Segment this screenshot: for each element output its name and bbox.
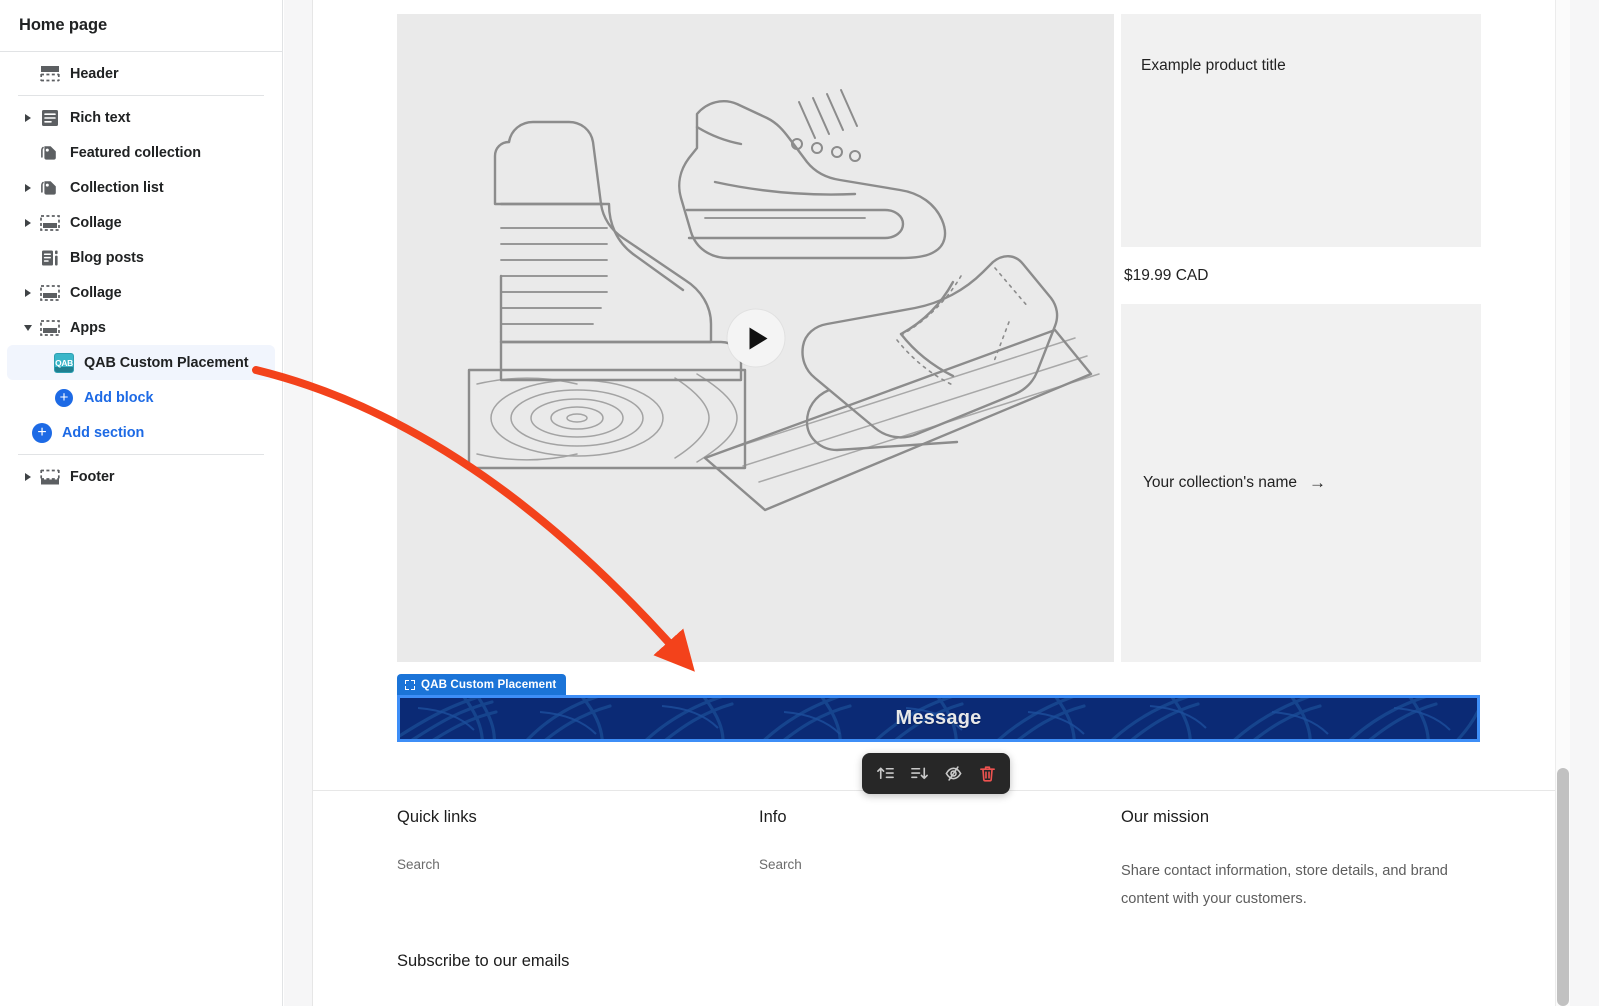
product-price: $19.99 CAD	[1124, 266, 1209, 284]
product-card[interactable]: Example product title	[1121, 14, 1481, 247]
sidebar-item-label: Collection list	[70, 179, 164, 196]
section-icon	[39, 317, 61, 339]
site-footer: Quick links Search Info Search Our missi…	[397, 808, 1560, 914]
product-title: Example product title	[1141, 57, 1286, 74]
preview-scrollbar-thumb[interactable]	[1557, 768, 1569, 1006]
collection-card[interactable]: Your collection's name →	[1121, 304, 1481, 662]
section-icon	[39, 212, 61, 234]
collection-icon	[39, 177, 61, 199]
sidebar-item-qab-custom-placement[interactable]: QAB QAB Custom Placement	[7, 345, 275, 380]
footer-column-mission: Our mission Share contact information, s…	[1121, 808, 1501, 914]
add-section-label: Add section	[62, 424, 145, 441]
move-block-down-button[interactable]	[905, 760, 933, 788]
collage-section: Example product title $19.99 CAD Your co…	[397, 14, 1560, 662]
rich-text-icon	[39, 107, 61, 129]
sidebar-item-label: Footer	[70, 468, 115, 485]
footer-mission-text: Share contact information, store details…	[1121, 863, 1448, 908]
play-icon	[749, 327, 767, 349]
footer-link-search[interactable]: Search	[397, 857, 759, 872]
sidebar-item-collage-2[interactable]: Collage	[7, 275, 275, 310]
arrow-down-to-line-icon	[910, 767, 928, 780]
section-icon	[39, 282, 61, 304]
blog-icon	[39, 247, 61, 269]
chevron-right-icon[interactable]	[21, 288, 35, 297]
sidebar-item-collection-list[interactable]: Collection list	[7, 170, 275, 205]
block-action-toolbar[interactable]	[862, 753, 1010, 794]
qab-app-icon-label: QAB	[55, 357, 73, 368]
arrow-right-icon: →	[1309, 473, 1327, 492]
chevron-right-icon[interactable]	[21, 183, 35, 192]
sidebar-item-blog-posts[interactable]: Blog posts	[7, 240, 275, 275]
footer-heading: Our mission	[1121, 808, 1210, 826]
plus-circle-icon: +	[53, 387, 75, 409]
sidebar-item-label: Collage	[70, 284, 122, 301]
collection-name: Your collection's name	[1143, 474, 1298, 491]
app-block-tag-label: QAB Custom Placement	[421, 678, 557, 691]
sections-sidebar: Home page Header Rich text Featured coll…	[0, 0, 283, 1006]
chevron-down-icon[interactable]	[21, 324, 35, 331]
qab-app-icon: QAB	[53, 352, 75, 374]
crop-corners-icon	[405, 679, 415, 690]
sidebar-divider	[18, 454, 264, 455]
sidebar-item-apps[interactable]: Apps	[7, 310, 275, 345]
sidebar-item-featured-collection[interactable]: Featured collection	[7, 135, 275, 170]
app-block-banner[interactable]: Message	[397, 695, 1480, 742]
trash-icon	[979, 766, 995, 782]
sidebar-item-footer[interactable]: Footer	[7, 459, 275, 494]
play-button[interactable]	[727, 309, 784, 367]
page-title: Home page	[19, 16, 108, 34]
chevron-right-icon[interactable]	[21, 113, 35, 122]
collection-icon	[39, 142, 61, 164]
sidebar-item-header[interactable]: Header	[7, 56, 275, 91]
footer-column-quick-links: Quick links Search	[397, 808, 759, 914]
preview-scrollbar-track[interactable]	[1555, 0, 1570, 1006]
sidebar-divider	[18, 95, 264, 96]
app-block-tag[interactable]: QAB Custom Placement	[397, 674, 567, 695]
sidebar-item-label: QAB Custom Placement	[84, 354, 249, 371]
app-block-banner-text: Message	[895, 707, 982, 729]
section-tree: Header Rich text Featured collection Col…	[0, 52, 282, 494]
sidebar-item-rich-text[interactable]: Rich text	[7, 100, 275, 135]
chevron-right-icon[interactable]	[21, 472, 35, 481]
plus-circle-icon: +	[31, 422, 53, 444]
theme-preview-canvas[interactable]: Example product title $19.99 CAD Your co…	[312, 0, 1570, 1006]
delete-block-button[interactable]	[973, 760, 1001, 788]
add-section-button[interactable]: + Add section	[7, 415, 275, 450]
sidebar-item-label: Collage	[70, 214, 122, 231]
add-block-label: Add block	[84, 389, 154, 406]
sidebar-header: Home page	[0, 0, 282, 52]
editor-window: Home page Header Rich text Featured coll…	[0, 0, 1599, 1006]
footer-column-info: Info Search	[759, 808, 1121, 914]
section-icon	[39, 466, 61, 488]
add-block-button[interactable]: + Add block	[7, 380, 275, 415]
footer-heading: Info	[759, 808, 787, 826]
sidebar-item-label: Featured collection	[70, 144, 201, 161]
sidebar-item-label: Rich text	[70, 109, 131, 126]
sidebar-item-label: Header	[70, 65, 119, 82]
section-icon	[39, 63, 61, 85]
eye-slash-icon	[944, 766, 962, 781]
footer-link-search[interactable]: Search	[759, 857, 1121, 872]
sidebar-item-label: Apps	[70, 319, 106, 336]
sidebar-item-label: Blog posts	[70, 249, 144, 266]
media-placeholder[interactable]	[397, 14, 1114, 662]
subscribe-heading: Subscribe to our emails	[397, 952, 570, 970]
arrow-up-to-line-icon	[876, 767, 894, 780]
product-column: Example product title $19.99 CAD Your co…	[1121, 14, 1481, 662]
footer-heading: Quick links	[397, 808, 477, 826]
hide-block-button[interactable]	[939, 760, 967, 788]
chevron-right-icon[interactable]	[21, 218, 35, 227]
move-block-up-button[interactable]	[871, 760, 899, 788]
sidebar-item-collage-1[interactable]: Collage	[7, 205, 275, 240]
